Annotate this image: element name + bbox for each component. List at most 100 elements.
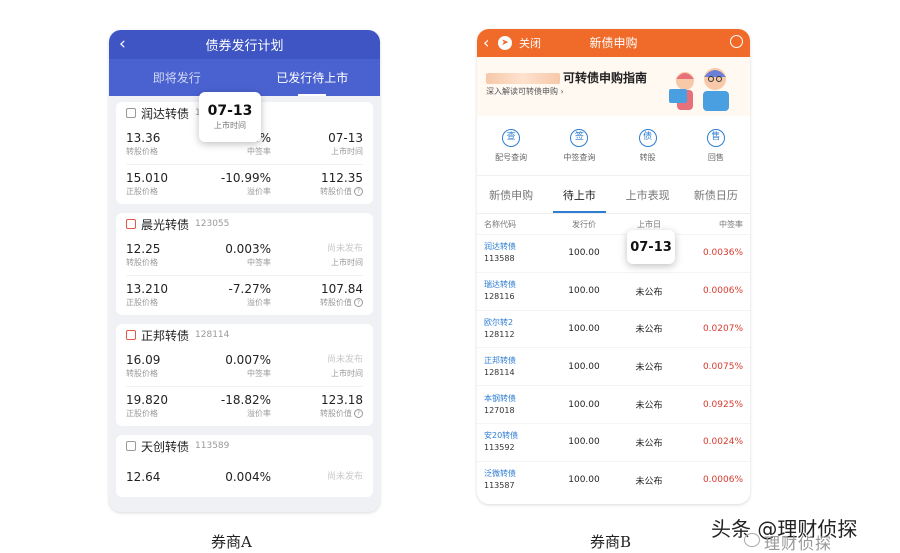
listing-date: 未公布 xyxy=(635,287,663,298)
listing-date: 尚未发布 xyxy=(326,471,363,482)
bond-name-link[interactable]: 安20转债 xyxy=(484,430,554,442)
quick-action-label: 中签查询 xyxy=(563,152,596,162)
bond-name-link[interactable]: 欧尔转2 xyxy=(484,317,554,329)
table-row[interactable]: 正邦转债 128114 100.00 未公布 0.0075% xyxy=(477,347,750,385)
stock-price: 19.820 xyxy=(126,393,168,407)
refresh-icon[interactable] xyxy=(730,35,743,48)
label: 上市时间 xyxy=(331,257,363,267)
b-tab-bar: 新债申购 待上市 上市表现 新债日历 xyxy=(477,176,750,214)
win-rate: 0.0006% xyxy=(702,475,743,486)
issue-price: 100.00 xyxy=(568,323,600,334)
table-row[interactable]: 泛微转债 113587 100.00 未公布 0.0006% xyxy=(477,460,750,499)
tab-pending-listing[interactable]: 待上市 xyxy=(545,176,613,213)
banner-title-text: 可转债申购指南 xyxy=(563,71,648,85)
broker-b-screen: ‹ ➤ 关闭 新债申购 可转债申购指南 深入解读可转债申购 › 查 配号查询 签… xyxy=(477,29,750,504)
table-row[interactable]: 安20转债 113592 100.00 未公布 0.0024% xyxy=(477,422,750,461)
bond-card[interactable]: 正邦转债 128114 16.09 转股价格 0.007% 中签率 尚未发布 上市时间… xyxy=(116,324,373,426)
bond-row: 12.64 0.004% 尚未发布 xyxy=(126,457,363,497)
bond-name-link[interactable]: 润达转债 xyxy=(484,241,554,253)
bond-card[interactable]: 天创转债 113589 12.64 0.004% 尚未发布 xyxy=(116,435,373,497)
tab-upcoming[interactable]: 即将发行 xyxy=(109,59,245,96)
stock-price: 13.210 xyxy=(126,282,168,296)
table-row[interactable]: 润达转债113588 100.00 07-13 0.0036% xyxy=(477,234,750,272)
quick-action-putback[interactable]: 售 回售 xyxy=(682,116,750,175)
win-rate: 0.0925% xyxy=(702,399,743,410)
tab-issued-pending-listing[interactable]: 已发行待上市 xyxy=(245,59,381,96)
quick-action-label: 配号查询 xyxy=(495,152,528,162)
stock-price: 15.010 xyxy=(126,171,168,185)
label: 上市时间 xyxy=(331,146,363,156)
listing-date: 未公布 xyxy=(635,438,663,449)
bond-card-title: 天创转债 113589 xyxy=(126,435,363,457)
table-row[interactable]: 欧尔转2 128112 100.00 未公布 0.0207% xyxy=(477,309,750,348)
help-icon[interactable]: ? xyxy=(354,409,363,418)
guide-banner[interactable]: 可转债申购指南 深入解读可转债申购 › xyxy=(477,57,750,116)
tab-listing-performance[interactable]: 上市表现 xyxy=(614,176,682,213)
blurred-text xyxy=(486,73,560,84)
back-arrow-icon[interactable]: ‹ xyxy=(119,34,126,54)
quick-action-lottery-query[interactable]: 签 中签查询 xyxy=(545,116,613,175)
bond-code: 113587 xyxy=(484,481,515,491)
label: 正股价格 xyxy=(126,409,158,418)
cartoon-figures-icon xyxy=(669,68,729,111)
issue-price: 100.00 xyxy=(568,248,600,259)
bond-name-link[interactable]: 本钢转债 xyxy=(484,393,554,405)
watermark-logo-icon xyxy=(744,533,760,547)
bond-code: 128114 xyxy=(484,367,515,377)
listing-date: 未公布 xyxy=(635,325,663,336)
query-icon: 查 xyxy=(502,128,521,147)
listing-date-highlight: 07-13 xyxy=(627,230,675,264)
bond-tag-icon xyxy=(126,330,136,340)
banner-subtitle[interactable]: 深入解读可转债申购 › xyxy=(486,86,564,97)
quick-action-convert[interactable]: 债 转股 xyxy=(614,116,682,175)
listing-date-highlight: 07-13 上市时间 xyxy=(199,92,261,142)
table-row[interactable]: 瑞达转债 128116 100.00 未公布 0.0006% xyxy=(477,271,750,310)
bond-code: 127018 xyxy=(484,405,515,415)
listing-date: 未公布 xyxy=(635,363,663,374)
bond-name-link[interactable]: 瑞达转债 xyxy=(484,279,554,291)
listing-date: 尚未发布 xyxy=(326,354,363,365)
quick-action-label: 转股 xyxy=(639,152,656,162)
watermark-faded: 理财侦探 xyxy=(764,534,833,553)
help-icon[interactable]: ? xyxy=(354,298,363,307)
quick-action-label: 回售 xyxy=(707,152,724,162)
bond-code: 128112 xyxy=(484,329,515,339)
bond-card[interactable]: 晨光转债 123055 12.25 转股价格 0.003% 中签率 尚未发布 上市时间… xyxy=(116,213,373,315)
label: 转股价格 xyxy=(126,257,158,267)
bond-name-link[interactable]: 正邦转债 xyxy=(484,355,554,367)
bond-code: 113592 xyxy=(484,443,515,453)
tab-new-bond-calendar[interactable]: 新债日历 xyxy=(682,176,750,213)
win-rate: 0.0006% xyxy=(702,286,743,297)
table-row[interactable]: 本钢转债 127018 100.00 未公布 0.0925% xyxy=(477,385,750,423)
conversion-price: 12.64 xyxy=(126,469,161,484)
label: 转股价格 xyxy=(126,368,158,378)
b-page-title: 新债申购 xyxy=(589,36,638,50)
bond-name: 天创转债 xyxy=(141,439,190,454)
bond-name: 润达转债 xyxy=(141,106,190,121)
a-header: ‹ 债券发行计划 xyxy=(109,30,380,59)
a-page-title: 债券发行计划 xyxy=(205,39,284,54)
bond-code: 128114 xyxy=(195,330,230,340)
bond-name-link[interactable]: 泛微转债 xyxy=(484,468,554,480)
bond-card-title: 正邦转债 128114 xyxy=(126,324,363,346)
label: 中签率 xyxy=(247,257,271,267)
conversion-price: 16.09 xyxy=(126,352,161,367)
issue-price: 100.00 xyxy=(568,399,600,410)
issue-price: 100.00 xyxy=(568,286,600,297)
conversion-price: 13.36 xyxy=(126,130,161,145)
quick-action-allotment-query[interactable]: 查 配号查询 xyxy=(477,116,545,175)
premium-rate: -10.99% xyxy=(220,171,271,185)
help-icon[interactable]: ? xyxy=(354,187,363,196)
bond-row: 12.25 转股价格 0.003% 中签率 尚未发布 上市时间 xyxy=(126,235,363,275)
win-rate: 0.0207% xyxy=(702,323,743,334)
label: 溢价率 xyxy=(247,187,271,196)
bond-code: 113589 xyxy=(195,441,230,451)
label: 正股价格 xyxy=(126,298,158,307)
highlight-label: 上市时间 xyxy=(214,121,246,130)
bond-row: 19.820 正股价格 -18.82% 溢价率 123.18 转股价值? xyxy=(126,386,363,426)
sell-icon: 售 xyxy=(706,128,725,147)
tab-new-bond-subscribe[interactable]: 新债申购 xyxy=(477,176,545,213)
label: 中签率 xyxy=(247,368,271,378)
label: 中签率 xyxy=(247,146,271,156)
banner-title: 可转债申购指南 xyxy=(486,69,647,86)
